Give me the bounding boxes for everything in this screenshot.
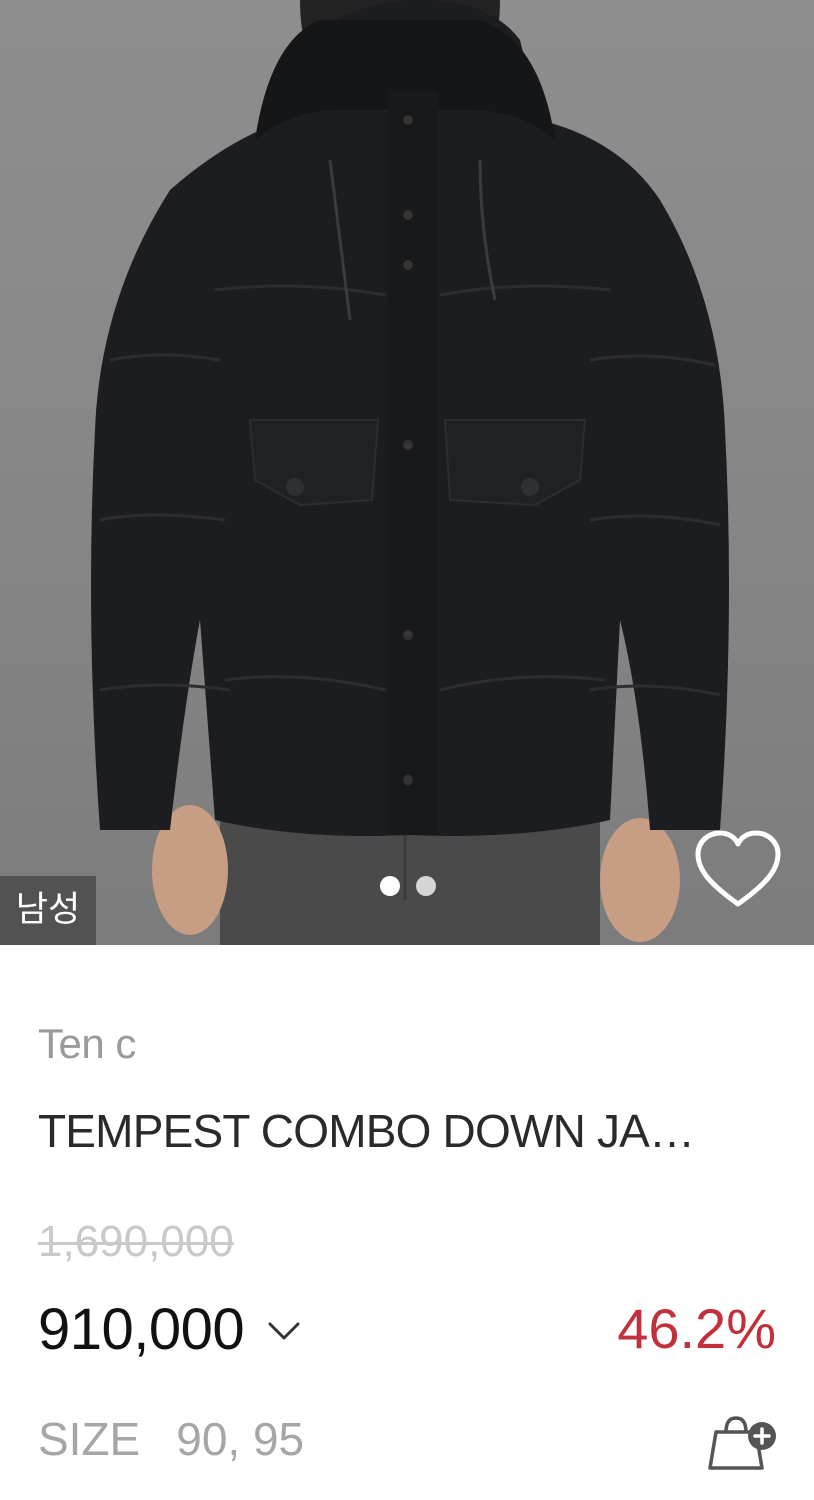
carousel-dot-1[interactable] [380,876,400,896]
size-info: SIZE 90, 95 [38,1412,304,1466]
sale-price: 910,000 [38,1297,245,1362]
shopping-bag-plus-icon [708,1416,776,1470]
wishlist-button[interactable] [690,826,786,912]
carousel-dot-2[interactable] [416,876,436,896]
product-image[interactable]: 남성 [0,0,814,945]
heart-outline-icon [695,830,781,907]
gender-badge: 남성 [0,876,96,945]
size-values: 90, 95 [176,1413,305,1465]
original-price: 1,690,000 [38,1217,234,1266]
sale-price-toggle[interactable]: 910,000 [38,1296,302,1363]
product-name[interactable]: TEMPEST COMBO DOWN JA… [38,1104,768,1158]
chevron-down-icon [268,1322,300,1339]
brand-name[interactable]: Ten c [38,1020,136,1068]
jacket-illustration [91,0,729,945]
size-label: SIZE [38,1413,141,1465]
add-to-cart-button[interactable] [706,1410,782,1474]
carousel-indicator [380,876,436,896]
discount-rate: 46.2% [617,1297,776,1360]
